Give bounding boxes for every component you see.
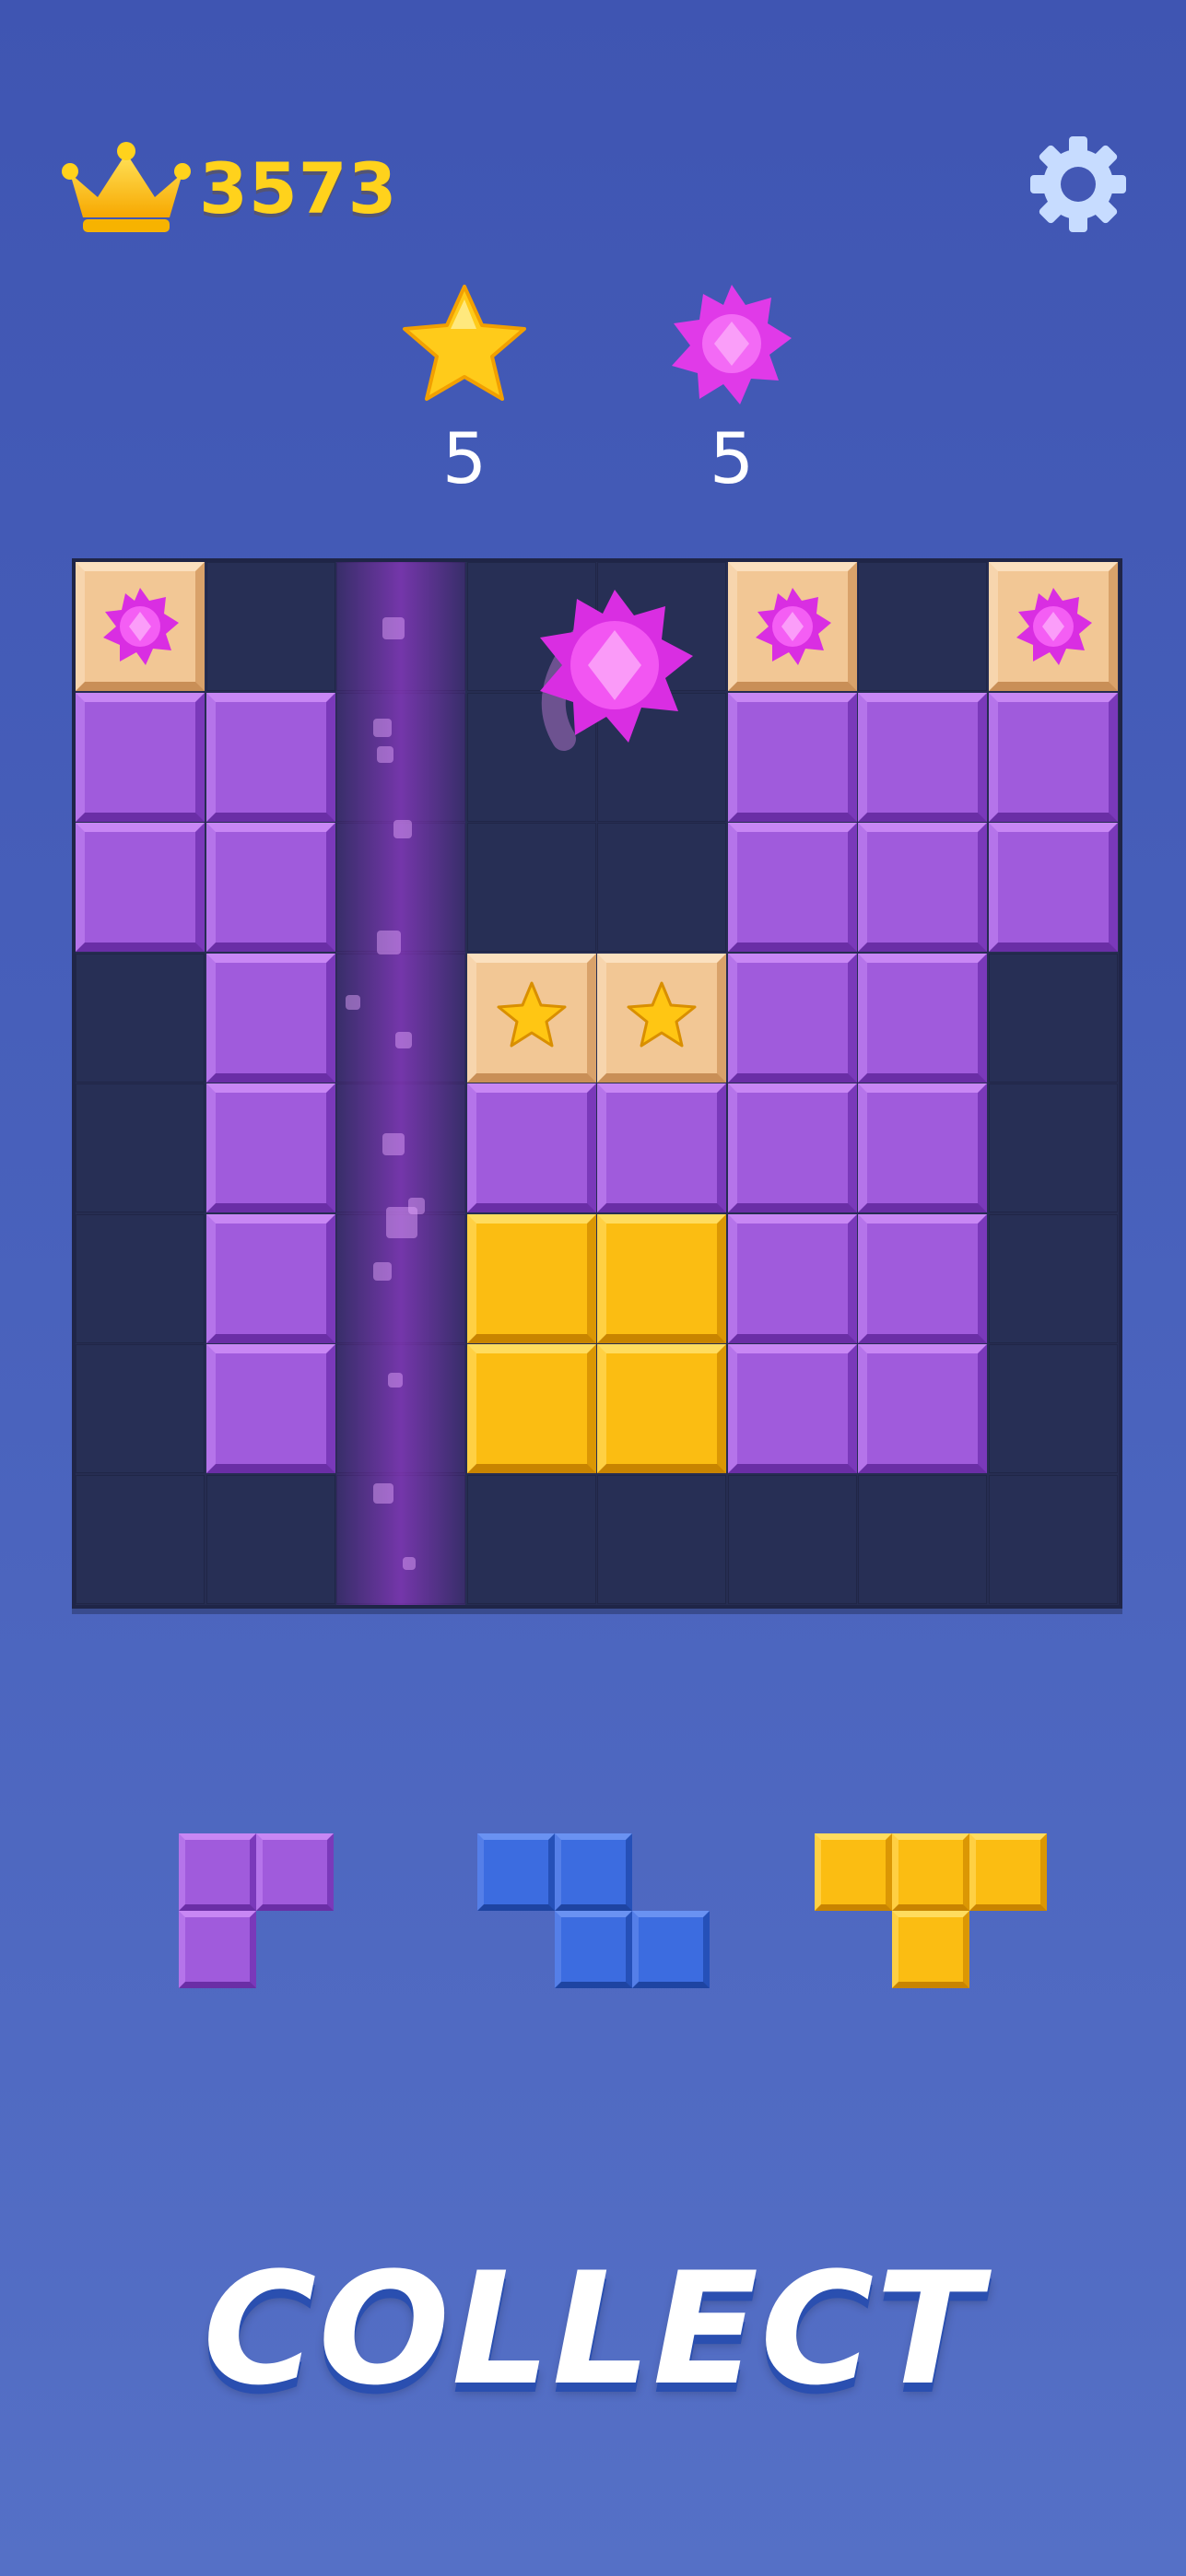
blue-block — [632, 1911, 710, 1988]
top-bar: 3573 — [0, 0, 1186, 240]
purple-block — [76, 692, 205, 822]
board-cell[interactable] — [336, 562, 465, 691]
board-cell[interactable] — [988, 1083, 1118, 1212]
purple-block — [858, 823, 987, 952]
yellow-block — [597, 1213, 726, 1343]
board-cell[interactable] — [466, 823, 596, 952]
board-cell[interactable] — [76, 1083, 205, 1212]
purple-block — [727, 1344, 857, 1473]
purple-block — [988, 823, 1118, 952]
gear-icon[interactable] — [1027, 133, 1130, 236]
board-cell[interactable] — [466, 1474, 596, 1604]
board-cell[interactable] — [205, 562, 335, 691]
wooden-gem-block — [76, 562, 205, 691]
board-cell[interactable] — [988, 953, 1118, 1083]
purple-block — [727, 823, 857, 952]
purple-block — [256, 1833, 334, 1911]
purple-block — [597, 1083, 726, 1212]
collect-banner: COLLECT — [203, 2239, 983, 2419]
purple-block — [858, 1083, 987, 1212]
board-cell[interactable] — [336, 1344, 465, 1473]
purple-block — [466, 1083, 596, 1212]
board-cell[interactable] — [858, 1474, 987, 1604]
yellow-block — [466, 1213, 596, 1343]
board-cell[interactable] — [336, 1474, 465, 1604]
board-cell[interactable] — [76, 1213, 205, 1343]
purple-block — [727, 692, 857, 822]
board-cell[interactable] — [336, 1083, 465, 1212]
purple-block — [205, 1344, 335, 1473]
board-cell[interactable] — [988, 1213, 1118, 1343]
pink-gem-icon — [1016, 588, 1092, 665]
board-cell[interactable] — [205, 1474, 335, 1604]
board-cell[interactable] — [76, 1344, 205, 1473]
score-value: 3573 — [199, 147, 398, 229]
board-cell[interactable] — [727, 1474, 857, 1604]
board-cell[interactable] — [597, 823, 726, 952]
blue-block — [555, 1911, 632, 1988]
piece-tray — [0, 1833, 1186, 2018]
yellow-block — [597, 1344, 726, 1473]
game-board — [72, 558, 1122, 1609]
pink-gem-icon — [755, 588, 831, 665]
yellow-block — [892, 1833, 969, 1911]
board-cell[interactable] — [597, 1474, 726, 1604]
star-icon — [497, 981, 566, 1047]
yellow-block — [466, 1344, 596, 1473]
wooden-star-block — [466, 953, 596, 1083]
purple-block — [205, 1083, 335, 1212]
board-cell[interactable] — [858, 562, 987, 691]
purple-block — [858, 953, 987, 1083]
purple-block — [205, 1213, 335, 1343]
wooden-gem-block — [988, 562, 1118, 691]
yellow-block — [815, 1833, 892, 1911]
blue-block — [477, 1833, 555, 1911]
board-cell[interactable] — [76, 1474, 205, 1604]
board-cell[interactable] — [988, 1474, 1118, 1604]
purple-block — [858, 1344, 987, 1473]
yellow-block — [892, 1911, 969, 1988]
purple-block — [858, 692, 987, 822]
star-goal: 5 — [391, 281, 538, 499]
purple-block — [858, 1213, 987, 1343]
star-goal-count: 5 — [441, 417, 487, 499]
pink-gem-icon — [672, 285, 792, 404]
wooden-gem-block — [727, 562, 857, 691]
purple-block — [76, 823, 205, 952]
gem-goal-count: 5 — [709, 417, 755, 499]
purple-block — [727, 1083, 857, 1212]
purple-block — [179, 1833, 256, 1911]
pink-gem-icon — [540, 590, 693, 751]
purple-block — [205, 823, 335, 952]
board-cell[interactable] — [336, 692, 465, 822]
pink-gem-icon — [103, 588, 179, 665]
wooden-star-block — [597, 953, 726, 1083]
board-cell[interactable] — [336, 1213, 465, 1343]
blue-block — [555, 1833, 632, 1911]
gem-goal: 5 — [658, 281, 805, 499]
purple-block — [205, 953, 335, 1083]
board-cell[interactable] — [336, 953, 465, 1083]
yellow-block — [969, 1833, 1047, 1911]
crown-icon — [62, 142, 191, 232]
purple-block — [179, 1911, 256, 1988]
purple-block — [988, 692, 1118, 822]
star-icon — [627, 981, 697, 1047]
board-cell[interactable] — [76, 953, 205, 1083]
purple-block — [727, 1213, 857, 1343]
star-icon — [403, 285, 526, 401]
board-cell[interactable] — [988, 1344, 1118, 1473]
board-cell[interactable] — [336, 823, 465, 952]
purple-block — [205, 692, 335, 822]
purple-block — [727, 953, 857, 1083]
